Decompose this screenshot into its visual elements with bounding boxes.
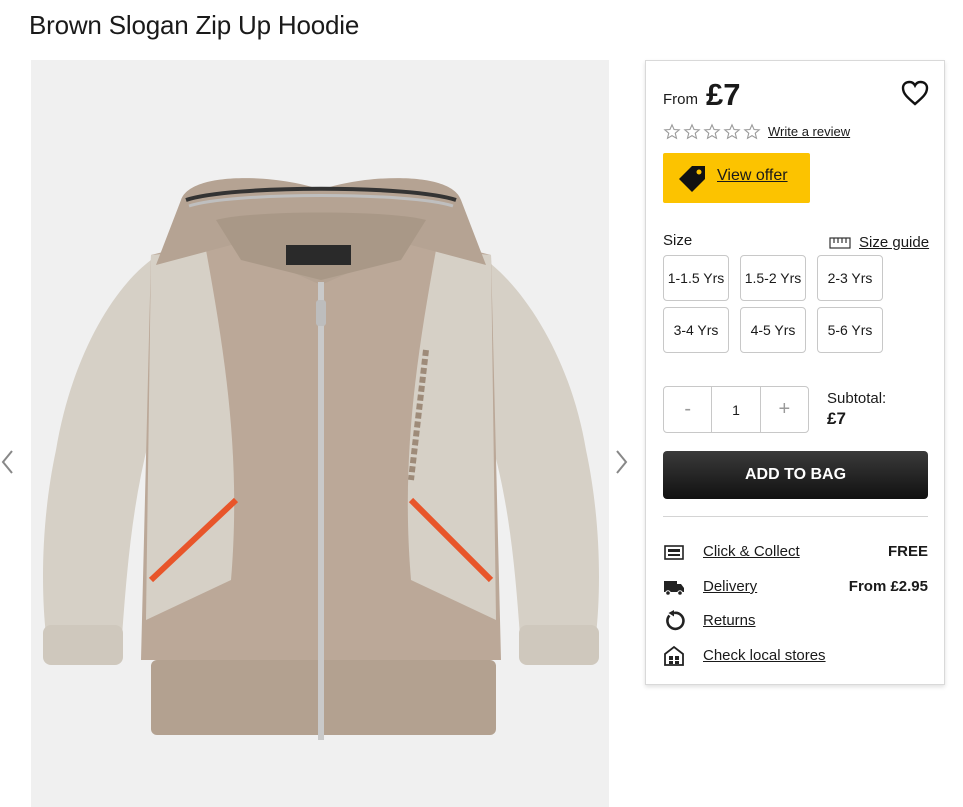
ruler-icon [829,236,851,249]
size-option-5-6[interactable]: 5-6 Yrs [817,307,883,353]
size-option-1-1.5[interactable]: 1-1.5 Yrs [663,255,729,301]
add-to-bag-button[interactable]: ADD TO BAG [663,451,928,499]
wishlist-heart-icon[interactable] [900,79,930,107]
star-icon [663,123,681,140]
size-guide-link[interactable]: Size guide [829,234,929,251]
view-offer-button[interactable]: View offer [663,153,810,203]
delivery-truck-icon [664,581,684,596]
subtotal-value: £7 [827,409,846,428]
service-local-stores: Check local stores [663,645,928,669]
delivery-price: From £2.95 [848,578,928,595]
product-price: £7 [706,77,741,112]
click-collect-icon [664,545,684,560]
store-icon [664,645,684,666]
click-collect-price: FREE [887,543,928,560]
star-icon [743,123,761,140]
star-icon [723,123,741,140]
size-option-2-3[interactable]: 2-3 Yrs [817,255,883,301]
check-local-stores-link[interactable]: Check local stores [703,647,826,664]
size-option-3-4[interactable]: 3-4 Yrs [663,307,729,353]
product-title: Brown Slogan Zip Up Hoodie [29,10,360,40]
size-label: Size [663,232,693,249]
service-click-collect: Click & Collect FREE [663,541,928,565]
subtotal-label: Subtotal: [827,390,887,407]
write-review-link[interactable]: Write a review [768,124,850,139]
gallery-next-arrow-icon[interactable] [612,447,632,477]
quantity-stepper: - 1 + [663,386,809,433]
quantity-increase-button[interactable]: + [761,387,808,432]
quantity-input[interactable]: 1 [711,387,761,432]
service-delivery: Delivery From £2.95 [663,576,928,600]
size-guide-label: Size guide [859,234,930,251]
divider [663,516,928,517]
star-icon [703,123,721,140]
size-option-1.5-2[interactable]: 1.5-2 Yrs [740,255,806,301]
price-prefix: From [663,91,698,108]
size-option-4-5[interactable]: 4-5 Yrs [740,307,806,353]
product-image [31,60,609,807]
view-offer-label: View offer [717,167,788,184]
service-returns: Returns [663,610,928,634]
delivery-link[interactable]: Delivery [703,578,757,595]
star-icon [683,123,701,140]
rating-stars [663,123,761,141]
returns-link[interactable]: Returns [703,612,756,629]
quantity-decrease-button[interactable]: - [664,387,711,432]
click-collect-link[interactable]: Click & Collect [703,543,800,560]
price-tag-icon [679,166,705,192]
purchase-panel: From £7 Write a review View offer Size S… [645,60,945,685]
returns-icon [666,610,685,631]
gallery-prev-arrow-icon[interactable] [0,447,20,477]
